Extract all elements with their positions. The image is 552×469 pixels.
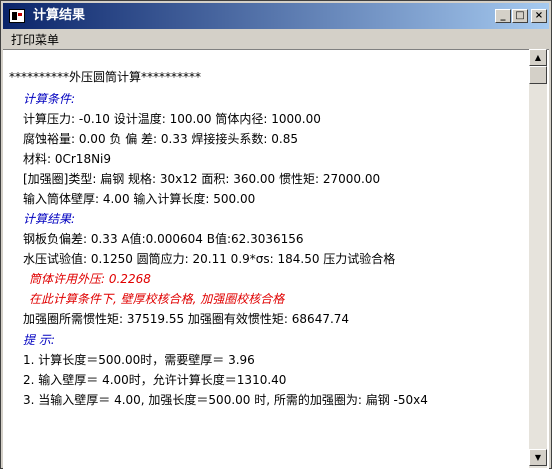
result-window: 计算结果 _ □ × 打印菜单 **********外压圆筒计算********… [0,0,552,469]
document-app-icon[interactable] [9,9,25,23]
menu-print[interactable]: 打印菜单 [11,33,59,47]
allowable-pressure-line: 筒体许用外压: 0.2268 [29,272,151,286]
window-title: 计算结果 [33,8,86,23]
maximize-button[interactable]: □ [512,9,528,23]
result-line: 钢板负偏差: 0.33 A值:0.000604 B值:62.3036156 [23,232,304,246]
stiffener-line: [加强圈]类型: 扁钢 规格: 30x12 面积: 360.00 惯性矩: 27… [23,172,381,186]
condition-line: 计算压力: -0.10 设计温度: 100.00 筒体内径: 1000.00 [23,112,321,126]
scroll-thumb[interactable] [529,66,547,84]
check-conclusion-line: 在此计算条件下, 壁厚校核合格, 加强圈校核合格 [29,292,285,306]
title-bar[interactable]: 计算结果 _ □ × [3,3,549,29]
close-button[interactable]: × [531,9,547,23]
inertia-line: 加强圈所需惯性矩: 37519.55 加强圈有效惯性矩: 68647.74 [23,312,350,326]
result-line: 水压试验值: 0.1250 圆筒应力: 20.11 0.9*σs: 184.50… [23,252,396,266]
hint-line: 2. 输入壁厚＝ 4.00时，允许计算长度＝1310.40 [23,373,287,387]
minimize-button[interactable]: _ [495,9,511,23]
report-header: **********外压圆筒计算********** [9,70,202,84]
menu-bar: 打印菜单 [3,31,549,49]
arrow-up-icon[interactable]: ▲ [529,49,547,66]
material-line: 材料: 0Cr18Ni9 [23,152,112,166]
vertical-scrollbar[interactable]: ▲ ▼ [529,49,547,468]
conditions-heading: 计算条件: [23,92,76,106]
input-line: 输入筒体壁厚: 4.00 输入计算长度: 500.00 [23,192,256,206]
report-text-area[interactable]: **********外压圆筒计算********** 计算条件: 计算压力: -… [3,49,549,469]
results-heading: 计算结果: [23,212,76,226]
hint-line: 3. 当输入壁厚＝ 4.00, 加强长度＝500.00 时, 所需的加强圈为: … [23,393,428,407]
hints-heading: 提 示: [23,333,55,347]
hint-line: 1. 计算长度＝500.00时，需要壁厚＝ 3.96 [23,353,255,367]
condition-line: 腐蚀裕量: 0.00 负 偏 差: 0.33 焊接接头系数: 0.85 [23,132,298,146]
arrow-down-icon[interactable]: ▼ [529,449,547,466]
